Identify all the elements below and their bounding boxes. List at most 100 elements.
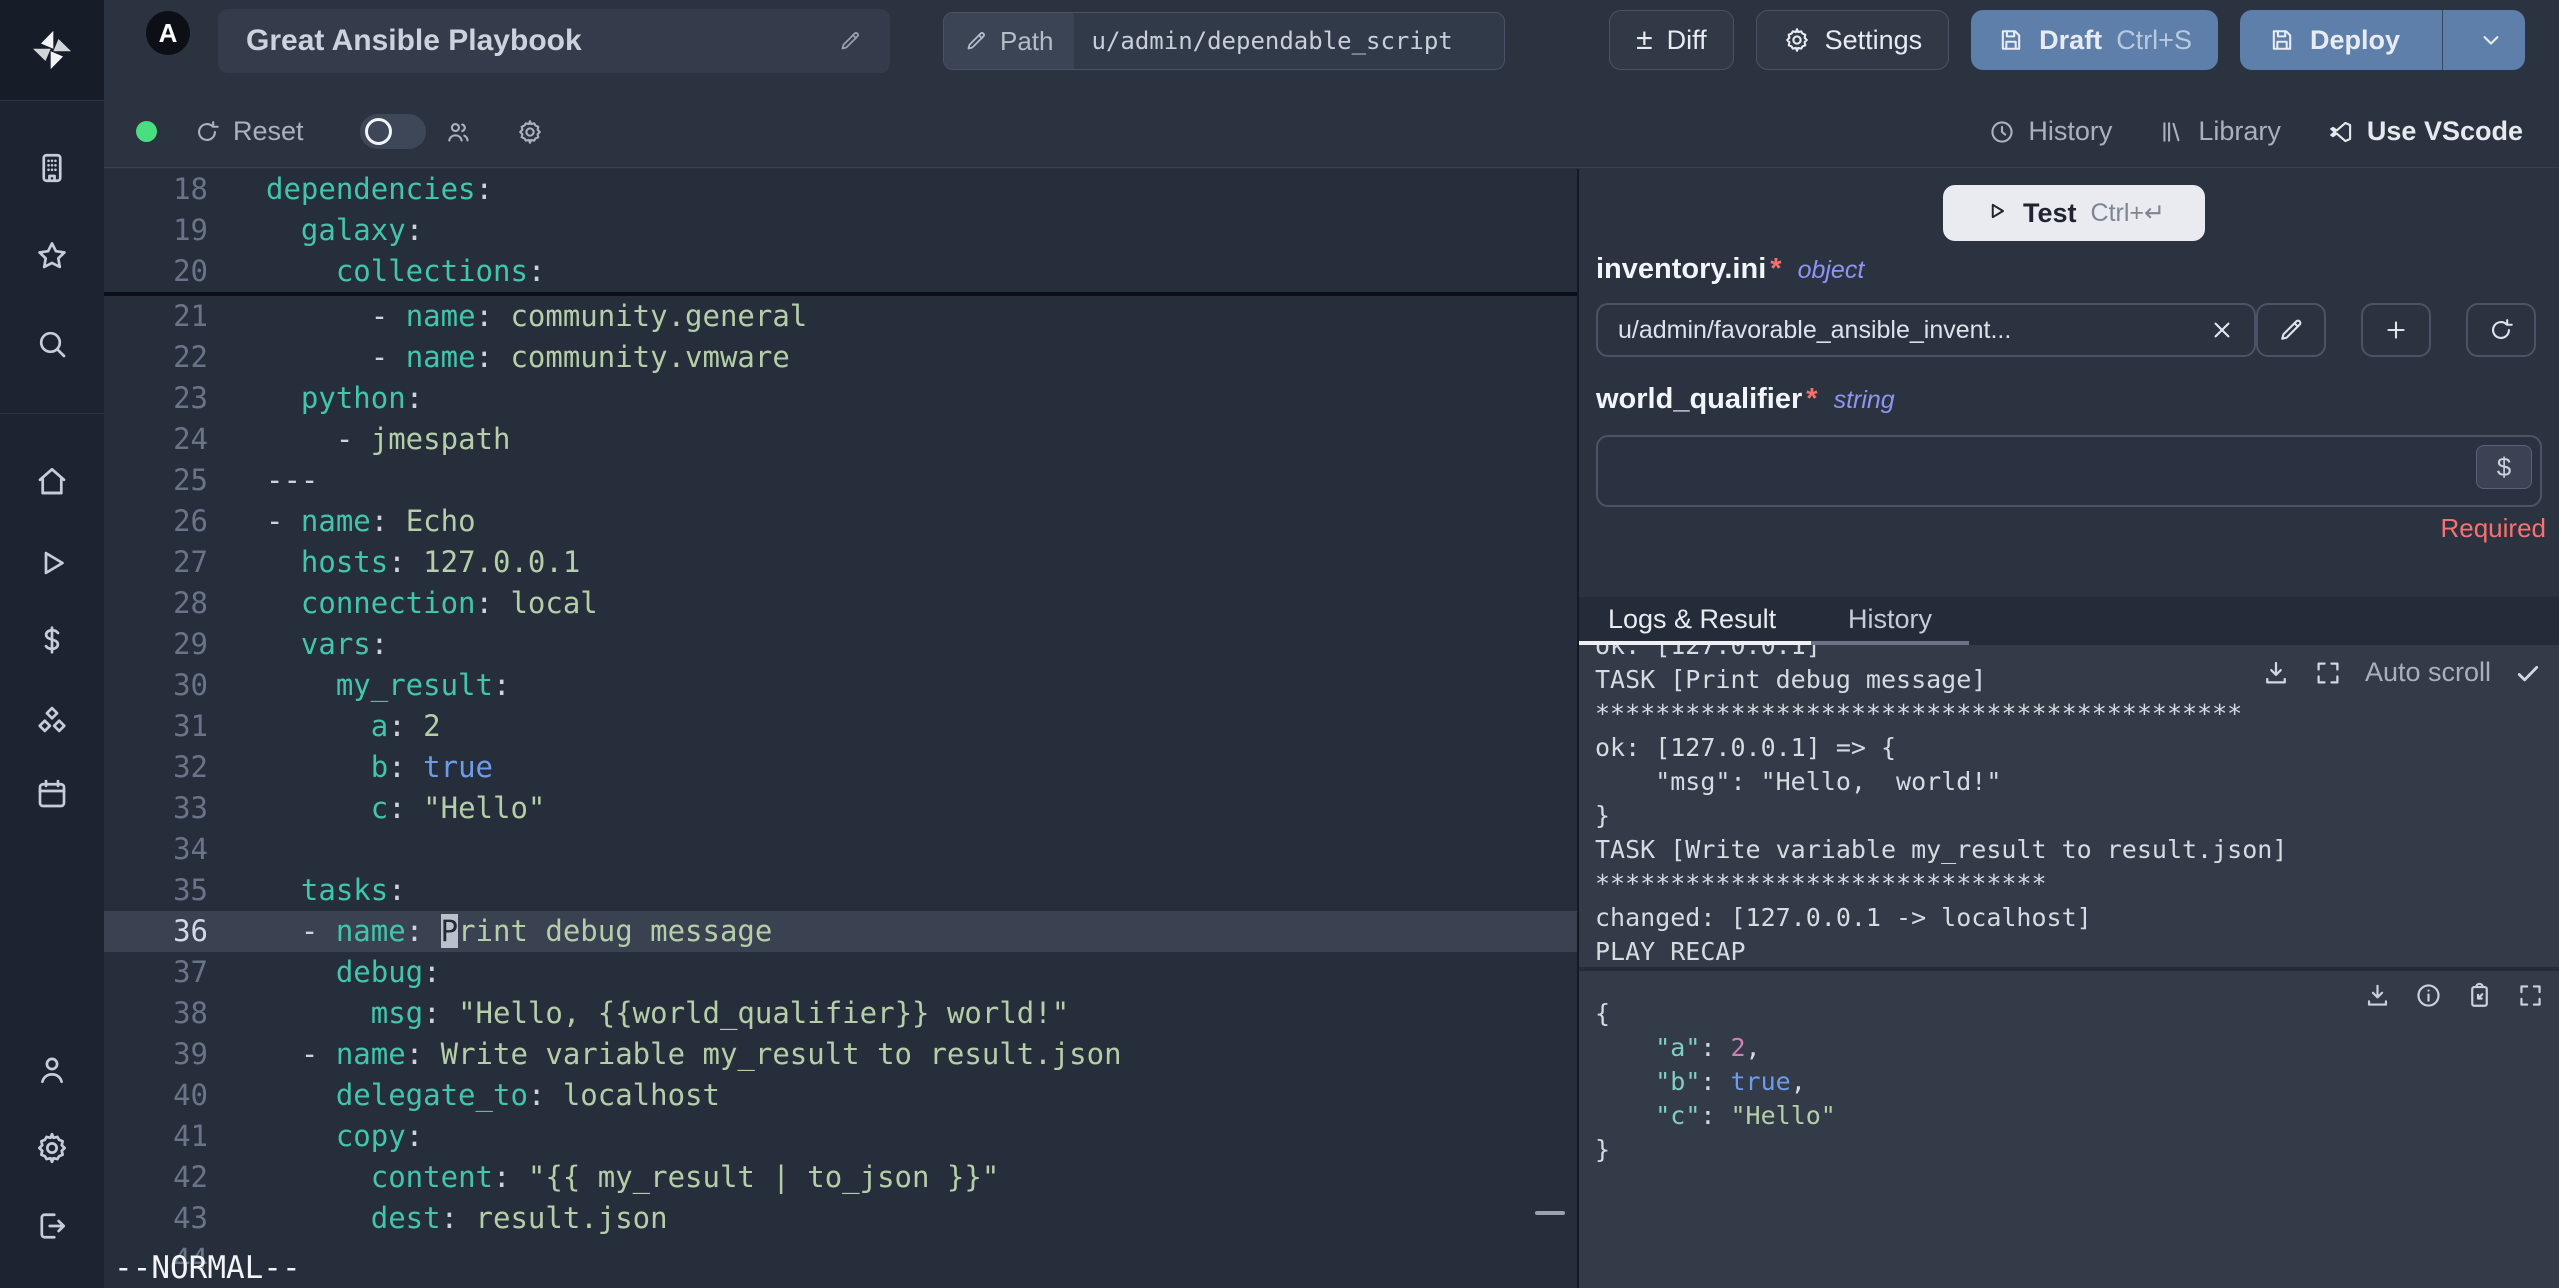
code-line[interactable]: 25 ---	[104, 460, 1577, 501]
code-line[interactable]: 24 - jmespath	[104, 419, 1577, 460]
code-line[interactable]: 34	[104, 829, 1577, 870]
sidebar-item-building[interactable]	[0, 135, 104, 205]
deploy-button[interactable]: Deploy	[2240, 10, 2428, 70]
refresh-resource-button[interactable]	[2466, 303, 2536, 357]
sidebar-item-gear[interactable]	[0, 1115, 104, 1185]
cubes-icon	[34, 703, 70, 744]
script-title-field[interactable]: Great Ansible Playbook	[218, 9, 890, 73]
line-content: msg: "Hello, {{world_qualifier}} world!"	[370, 996, 1070, 1030]
windmill-logo[interactable]	[0, 0, 104, 101]
code-line[interactable]: 44	[104, 1239, 1577, 1280]
collaborators-icon[interactable]	[444, 118, 472, 146]
result-tabbar: Logs & Result History	[1579, 597, 2559, 645]
home-icon	[34, 463, 70, 504]
add-resource-button[interactable]	[2361, 303, 2431, 357]
line-content: - name: community.general	[266, 299, 808, 333]
diff-mode-toggle[interactable]	[359, 114, 426, 149]
path-value: u/admin/dependable_script	[1091, 27, 1453, 55]
sidebar-divider	[0, 413, 104, 414]
download-result-icon[interactable]	[2363, 981, 2392, 1010]
test-shortcut: Ctrl+↵	[2090, 199, 2165, 227]
history-button[interactable]: History	[1988, 116, 2112, 147]
calendar-icon	[34, 776, 70, 817]
chevron-down-icon	[2477, 26, 2505, 54]
line-number: 21	[173, 299, 208, 333]
save-icon	[2268, 26, 2296, 54]
code-line[interactable]: 33 c: "Hello"	[104, 788, 1577, 829]
sidebar-item-dollar[interactable]	[0, 607, 104, 677]
autoscroll-checkbox[interactable]	[2513, 658, 2543, 688]
code-line[interactable]: 21 - name: community.general	[104, 296, 1577, 337]
path-chip[interactable]: Path u/admin/dependable_script	[943, 12, 1505, 70]
line-number: 34	[173, 832, 208, 866]
code-line[interactable]: 30 my_result:	[104, 665, 1577, 706]
line-number: 22	[173, 340, 208, 374]
code-line[interactable]: 42 content: "{{ my_result | to_json }}"	[104, 1157, 1577, 1198]
code-line[interactable]: 22 - name: community.vmware	[104, 337, 1577, 378]
test-button[interactable]: Test Ctrl+↵	[1943, 185, 2205, 241]
copy-result-icon[interactable]	[2465, 981, 2494, 1010]
path-label: Path	[1000, 25, 1054, 56]
edit-title-pencil-icon[interactable]	[838, 29, 862, 53]
line-content: b: true	[370, 750, 493, 784]
code-line[interactable]: 32 b: true	[104, 747, 1577, 788]
autoscroll-label: Auto scroll	[2364, 657, 2491, 687]
sidebar-item-search[interactable]	[0, 311, 104, 381]
panel-resize-handle[interactable]	[1535, 1211, 1565, 1215]
library-button[interactable]: Library	[2158, 116, 2281, 147]
code-line[interactable]: 29 vars:	[104, 624, 1577, 665]
info-icon[interactable]	[2414, 981, 2443, 1010]
code-line[interactable]: 19 galaxy:	[104, 210, 1577, 251]
edit-resource-button[interactable]	[2256, 303, 2326, 357]
inventory-input[interactable]	[1596, 303, 2256, 357]
sidebar-item-calendar[interactable]	[0, 761, 104, 831]
deploy-dropdown-button[interactable]	[2457, 10, 2525, 70]
code-line[interactable]: 31 a: 2	[104, 706, 1577, 747]
sidebar-item-play[interactable]	[0, 530, 104, 600]
line-number: 35	[173, 873, 208, 907]
line-number: 20	[173, 254, 208, 288]
code-line[interactable]: 26 - name: Echo	[104, 501, 1577, 542]
code-line[interactable]: 28 connection: local	[104, 583, 1577, 624]
line-content: connection: local	[300, 586, 598, 620]
download-logs-icon[interactable]	[2261, 658, 2291, 688]
code-line[interactable]: 37 debug:	[104, 952, 1577, 993]
tab-history[interactable]: History	[1848, 597, 1932, 641]
code-line[interactable]: 39 - name: Write variable my_result to r…	[104, 1034, 1577, 1075]
use-vscode-button[interactable]: Use VScode	[2327, 116, 2523, 147]
reset-button[interactable]: Reset	[193, 116, 304, 147]
split-divider[interactable]	[1577, 169, 1579, 1288]
code-line[interactable]: 41 copy:	[104, 1116, 1577, 1157]
code-line[interactable]: 40 delegate_to: localhost	[104, 1075, 1577, 1116]
sidebar-item-home[interactable]	[0, 448, 104, 518]
sidebar-item-logout[interactable]	[0, 1193, 104, 1263]
line-number: 37	[173, 955, 208, 989]
diff-button[interactable]: ± Diff	[1609, 10, 1734, 70]
sidebar-item-star[interactable]	[0, 223, 104, 293]
draft-button[interactable]: Draft Ctrl+S	[1971, 10, 2218, 70]
editor-settings-gear-icon[interactable]	[516, 118, 544, 146]
sidebar-item-user[interactable]	[0, 1037, 104, 1107]
code-line[interactable]: 43 dest: result.json	[104, 1198, 1577, 1239]
code-line[interactable]: 38 msg: "Hello, {{world_qualifier}} worl…	[104, 993, 1577, 1034]
code-line[interactable]: 27 hosts: 127.0.0.1	[104, 542, 1577, 583]
variable-picker-button[interactable]: $	[2476, 445, 2532, 489]
expand-result-icon[interactable]	[2516, 981, 2545, 1010]
tab-logs-result[interactable]: Logs & Result	[1608, 597, 1776, 641]
line-number: 36	[173, 914, 208, 948]
code-line[interactable]: 36 - name: Print debug message	[104, 911, 1577, 952]
code-line[interactable]: 23 python:	[104, 378, 1577, 419]
code-line[interactable]: 35 tasks:	[104, 870, 1577, 911]
diff-label: Diff	[1666, 24, 1707, 55]
sidebar-item-cubes[interactable]	[0, 688, 104, 758]
world-qualifier-input[interactable]	[1598, 437, 2540, 505]
result-line: "c": "Hello"	[1655, 1101, 1836, 1130]
expand-logs-icon[interactable]	[2313, 658, 2343, 688]
clear-x-icon[interactable]	[2208, 316, 2236, 344]
settings-button[interactable]: Settings	[1755, 10, 1950, 70]
code-editor[interactable]: 18 dependencies: 19 galaxy: 20 collections:…	[104, 169, 1577, 1288]
edit-path-pencil-icon[interactable]	[964, 29, 988, 53]
result-json: { "a": 2, "b": true, "c": "Hello"}	[1595, 997, 2559, 1167]
code-line[interactable]: 18 dependencies:	[104, 169, 1577, 210]
code-line[interactable]: 20 collections:	[104, 251, 1577, 292]
